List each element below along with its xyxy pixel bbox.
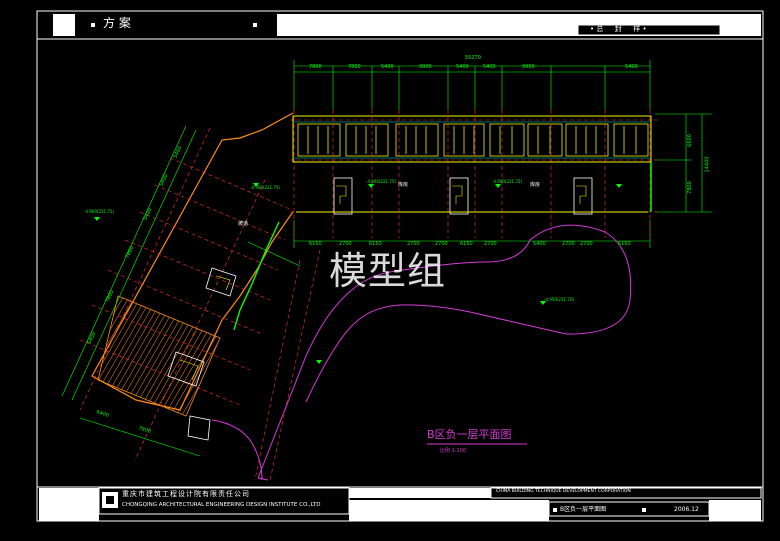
dim-top-4: 9900 <box>419 64 432 70</box>
dim-bottom-2: 2700 <box>339 241 352 247</box>
plan-scale: 比例 1:100 <box>440 448 466 454</box>
elevation-4: -4.900(221.75) <box>492 179 523 184</box>
dim-top-overall: 55270 <box>465 55 481 61</box>
plan-title: B区负一层平面图 <box>427 428 512 441</box>
dim-top-5: 5400 <box>456 64 469 70</box>
dim-right-2: 7800 <box>686 181 693 194</box>
dim-top-1: 7800 <box>309 64 322 70</box>
dim-bottom-11: 6150 <box>618 241 631 247</box>
company-name-cn: 重庆市建筑工程设计院有限责任公司 <box>122 490 250 498</box>
dim-bottom-7: 2700 <box>484 241 497 247</box>
dim-bottom-9: 2700 <box>562 241 575 247</box>
dim-top-3: 5400 <box>381 64 394 70</box>
dim-top-7: 9900 <box>522 64 535 70</box>
dim-right-1: 6600 <box>686 134 693 147</box>
dim-right-overall: 14400 <box>704 156 711 173</box>
dim-bottom-3: 6150 <box>369 241 382 247</box>
watermark: 模型组 <box>329 249 447 293</box>
header-logo-block <box>53 14 75 36</box>
hatched-area <box>97 295 221 417</box>
corp-name-en: CHINA BUILDING TECHNIQUE DEVELOPMENT COR… <box>496 489 631 494</box>
dim-bottom-4: 2700 <box>407 241 420 247</box>
dim-bottom-6: 6150 <box>460 241 473 247</box>
dim-top-8: 5400 <box>625 64 638 70</box>
dim-bottom-10: 2700 <box>580 241 593 247</box>
elevation-3: -4.900(221.75) <box>366 179 397 184</box>
room-label-2: 库房 <box>530 182 541 188</box>
drawing-date: 2006.12 <box>674 506 699 513</box>
dim-top-6: 5400 <box>483 64 496 70</box>
elevation-1: -4.900(221.75) <box>84 209 115 214</box>
dim-bottom-1: 6150 <box>309 241 322 247</box>
dim-bottom-5: 2700 <box>435 241 448 247</box>
room-label-1: 库房 <box>398 182 409 188</box>
company-name-en: CHONGQING ARCHITECTURAL ENGINEERING DESI… <box>122 502 321 508</box>
elevation-2: -4.900(221.75) <box>250 185 281 190</box>
drawing-name: B区负一层平面图 <box>560 506 607 513</box>
room-label-ramp: 坡道 <box>238 221 249 227</box>
header-right-label: • 总 封 样 • <box>590 25 647 33</box>
dim-bottom-8: 5400 <box>533 241 546 247</box>
elevation-5: -4.950(221.70) <box>544 297 575 302</box>
dim-top-2: 7800 <box>348 64 361 70</box>
drawing-canvas: 方 案 • 总 封 样 • 55270 7800 7800 5400 9900 … <box>0 0 780 541</box>
header-scheme-label: 方 案 <box>103 16 131 30</box>
